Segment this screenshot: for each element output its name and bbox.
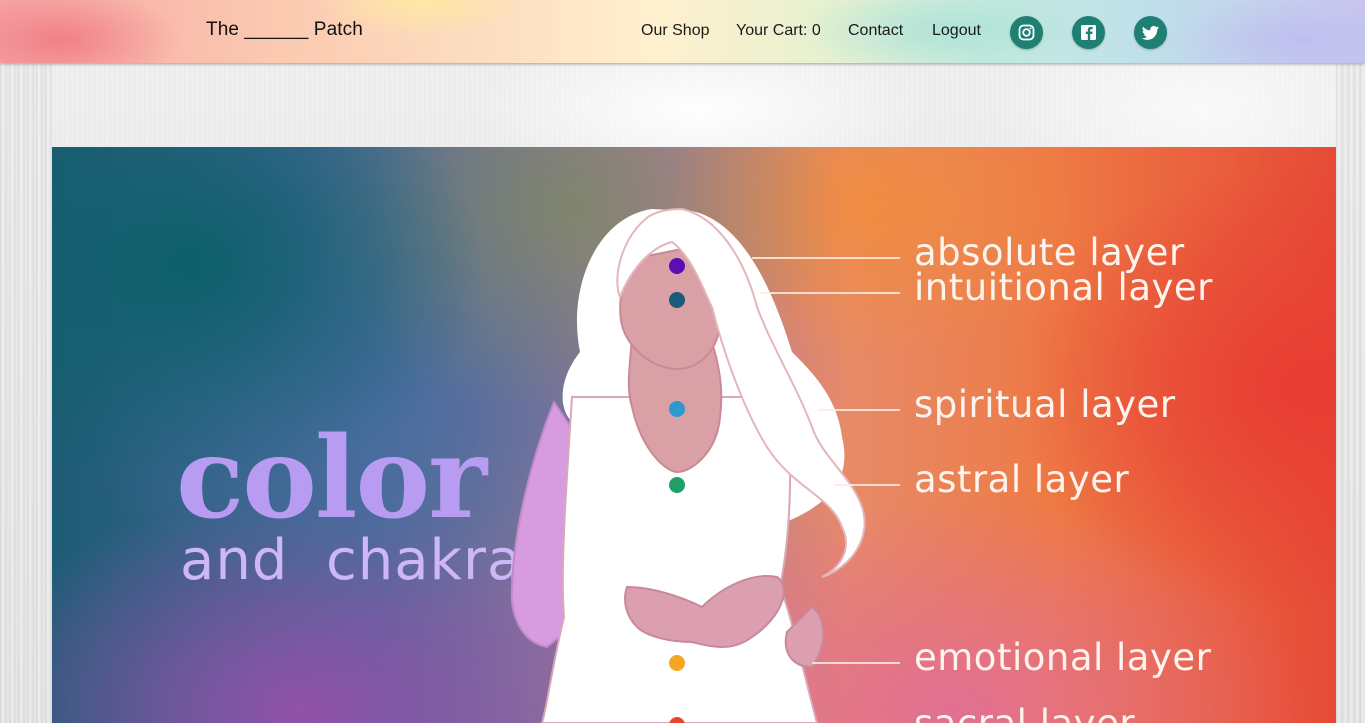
instagram-icon	[1018, 24, 1035, 41]
leader-line-absolute	[752, 257, 900, 259]
nav-our-shop[interactable]: Our Shop	[641, 22, 709, 40]
leader-line-emotional	[812, 662, 900, 664]
label-sacral-layer: sacral layer	[914, 705, 1135, 723]
chakra-dot-absolute	[669, 258, 685, 274]
chakra-dot-emotional	[669, 655, 685, 671]
background-texture-right	[1336, 64, 1365, 723]
chakra-dot-astral	[669, 477, 685, 493]
leader-line-astral	[834, 484, 900, 486]
chakra-dot-intuitional	[669, 292, 685, 308]
nav-your-cart[interactable]: Your Cart: 0	[736, 22, 821, 40]
facebook-button[interactable]	[1072, 16, 1105, 49]
chakra-dot-spiritual	[669, 401, 685, 417]
label-astral-layer: astral layer	[914, 458, 1130, 501]
facebook-icon	[1081, 25, 1096, 40]
nav-contact[interactable]: Contact	[848, 22, 903, 40]
label-spiritual-layer: spiritual layer	[914, 383, 1176, 426]
site-header: The ______ Patch Our Shop Your Cart: 0 C…	[0, 0, 1365, 63]
label-emotional-layer: emotional layer	[914, 636, 1212, 679]
leader-line-spiritual	[818, 409, 900, 411]
twitter-button[interactable]	[1134, 16, 1167, 49]
leader-line-intuitional	[760, 292, 900, 294]
twitter-icon	[1141, 26, 1159, 40]
instagram-button[interactable]	[1010, 16, 1043, 49]
background-texture-left	[0, 64, 52, 723]
label-intuitional-layer: intuitional layer	[914, 266, 1213, 309]
hero-banner: color and chakra absolute layer intuitio…	[52, 147, 1336, 723]
right-arm	[784, 605, 825, 669]
site-brand[interactable]: The ______ Patch	[206, 19, 363, 41]
nav-logout[interactable]: Logout	[932, 22, 981, 40]
